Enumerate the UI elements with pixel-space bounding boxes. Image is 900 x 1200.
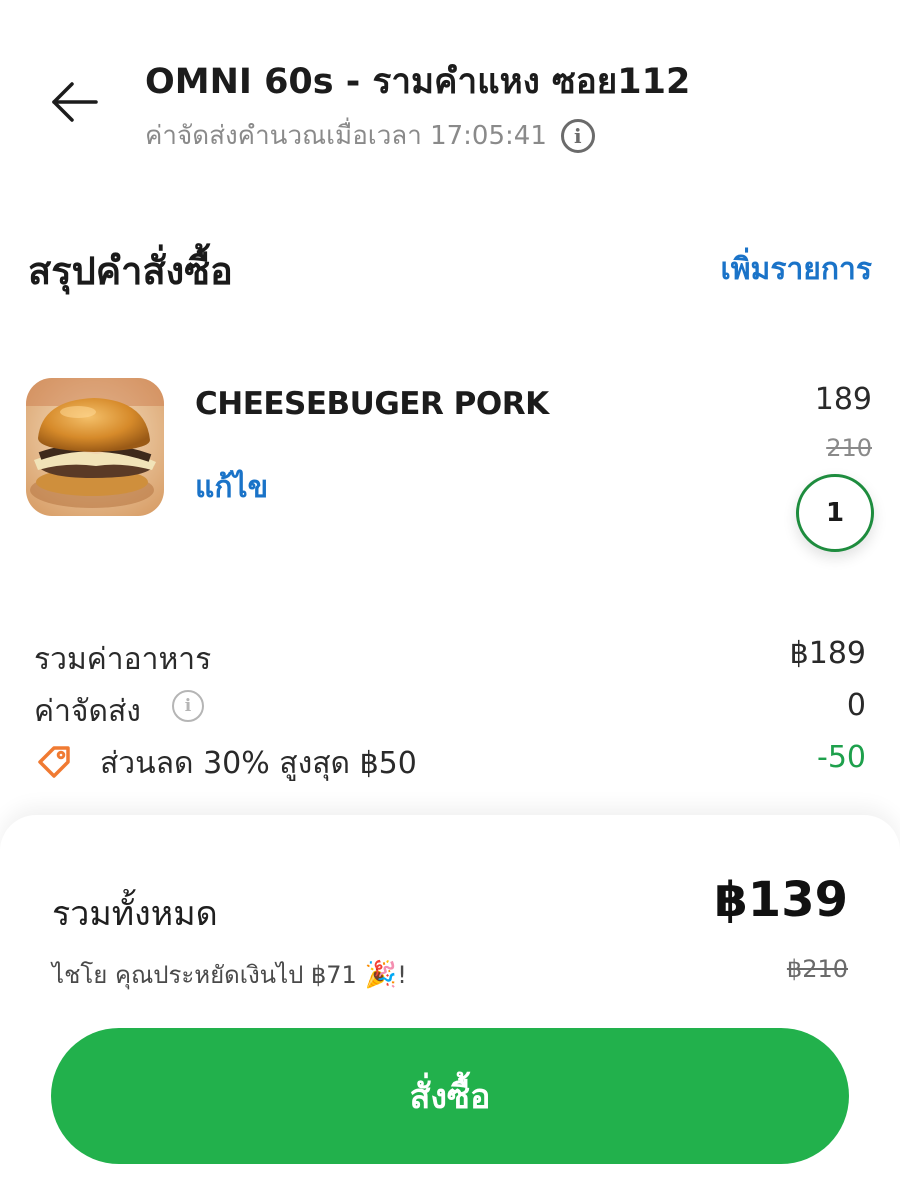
item-image — [26, 378, 164, 516]
item-name: CHEESEBUGER PORK — [195, 386, 549, 422]
info-icon[interactable]: i — [560, 118, 595, 153]
edit-item-link[interactable]: แก้ไข — [195, 464, 268, 511]
place-order-button[interactable]: สั่งซื้อ — [51, 1028, 849, 1164]
delivery-info-icon[interactable]: i — [172, 690, 204, 722]
cheeseburger-photo — [26, 378, 164, 516]
arrow-left-icon — [52, 82, 98, 122]
original-total: ฿210 — [786, 955, 848, 983]
discount-label: ส่วนลด 30% สูงสุด ฿50 — [100, 746, 417, 781]
discount-value: -50 — [817, 740, 866, 775]
delivery-fee-note: ค่าจัดส่งคำนวณเมื่อเวลา 17:05:41 — [145, 121, 547, 151]
quantity-button[interactable]: 1 — [796, 474, 874, 552]
party-popper-icon: 🎉 — [364, 959, 398, 990]
grand-total-label: รวมทั้งหมด — [52, 894, 218, 934]
item-original-price: 210 — [826, 434, 872, 462]
savings-suffix: ! — [397, 960, 407, 989]
order-summary-title: สรุปคำสั่งซื้อ — [28, 249, 233, 293]
savings-message: ไชโย คุณประหยัดเงินไป ฿71 🎉 ! — [52, 955, 407, 994]
grand-total-value: ฿139 — [714, 872, 848, 928]
savings-text: ไชโย คุณประหยัดเงินไป ฿71 — [52, 961, 357, 989]
food-total-value: ฿189 — [789, 636, 866, 671]
tag-icon — [34, 742, 74, 782]
back-button[interactable] — [40, 68, 110, 138]
delivery-fee-value: 0 — [846, 688, 866, 723]
food-total-label: รวมค่าอาหาร — [34, 642, 212, 677]
delivery-fee-note-row: ค่าจัดส่งคำนวณเมื่อเวลา 17:05:41 i — [145, 115, 595, 156]
item-price: 189 — [814, 382, 872, 417]
add-items-link[interactable]: เพิ่มรายการ — [721, 246, 872, 293]
store-title: OMNI 60s - รามคำแหง ซอย112 — [145, 62, 691, 102]
delivery-fee-label: ค่าจัดส่ง — [34, 694, 141, 729]
